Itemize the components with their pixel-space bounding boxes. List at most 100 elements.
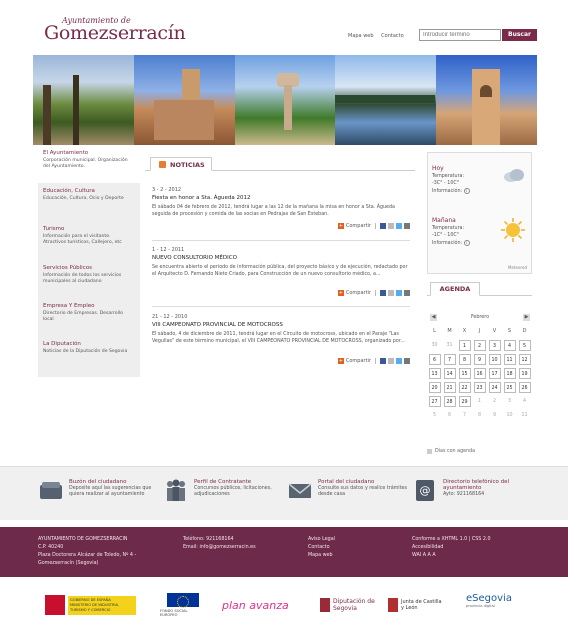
sidebar-item-educacion[interactable]: Educación, Cultura Educación, Cultura, O… (38, 185, 140, 221)
info-icon[interactable]: i (463, 188, 470, 194)
tab-agenda[interactable]: AGENDA (430, 282, 480, 296)
service-desc: Ayto: 921168164 (443, 492, 485, 497)
email-icon[interactable] (388, 223, 394, 229)
calendar-day: 3 (507, 399, 512, 404)
share-plus-icon[interactable]: + (337, 290, 344, 296)
sidebar-item-diputacion[interactable]: La Diputación Noticias de la Diputación … (38, 338, 140, 374)
news-title[interactable]: NUEVO CONSULTORIO MÉDICO (152, 255, 410, 261)
weather-tomorrow-temp: -1C° - 10C° (432, 233, 460, 238)
contact-link[interactable]: Contacto (308, 544, 335, 552)
site-logo[interactable]: Gomezserracín (44, 22, 186, 44)
plan-avanza-logo[interactable]: plan avanza (222, 593, 302, 617)
fondo-social-europeo-logo[interactable]: FONDO SOCIAL EUROPEO (160, 593, 205, 617)
diputacion-segovia-logo[interactable]: Diputación de Segovia (320, 593, 380, 617)
prev-month-button[interactable]: ◀ (430, 314, 437, 321)
phonebook-icon: @ (416, 480, 434, 501)
esegovia-logo[interactable]: eSegovia provincia digital (466, 593, 526, 617)
share-label[interactable]: Compartir (346, 223, 371, 229)
news-title[interactable]: Fiesta en honor a Sta. Águeda 2012 (152, 195, 410, 201)
facebook-icon[interactable] (380, 223, 386, 229)
share-label[interactable]: Compartir (346, 290, 371, 296)
accessibility-link[interactable]: Accesibilidad (412, 544, 491, 552)
calendar-day[interactable]: 15 (458, 368, 471, 379)
sidebar-item-servicios[interactable]: Servicios Públicos Información de todos … (38, 262, 140, 298)
share-plus-icon[interactable]: + (337, 223, 344, 229)
calendar-day[interactable]: 26 (518, 382, 531, 393)
calendar-day[interactable]: 12 (518, 354, 531, 365)
tab-label: NOTICIAS (170, 161, 205, 169)
calendar-day[interactable]: 2 (473, 340, 486, 351)
gobierno-espana-logo[interactable]: GOBIERNO DE ESPAÑA MINISTERIO DE INDUSTR… (45, 593, 140, 617)
contact-link[interactable]: Contacto (381, 33, 404, 39)
footer-email[interactable]: Email: info@gomezserracin.es (183, 544, 256, 552)
search-button[interactable]: Buscar (502, 29, 537, 41)
calendar-day[interactable]: 1 (458, 340, 471, 351)
facebook-icon[interactable] (380, 358, 386, 364)
calendar-day[interactable]: 7 (443, 354, 456, 365)
share-label[interactable]: Compartir (346, 358, 371, 364)
print-icon[interactable] (404, 223, 410, 229)
calendar-weekday: S (507, 328, 512, 334)
wai-link[interactable]: WAI A A A (412, 552, 491, 560)
sitemap-link[interactable]: Mapa web (348, 33, 374, 39)
calendar-day[interactable]: 9 (473, 354, 486, 365)
print-icon[interactable] (404, 358, 410, 364)
sidebar-item-ayuntamiento[interactable]: El Ayuntamiento Corporación municipal. O… (38, 147, 140, 183)
junta-castilla-leon-logo[interactable]: Junta de Castilla y León (388, 593, 448, 617)
calendar-day[interactable]: 28 (443, 396, 456, 407)
news-title[interactable]: VIII CAMPEONATO PROVINCIAL DE MOTOCROSS (152, 322, 410, 328)
calendar-day[interactable]: 13 (428, 368, 441, 379)
next-month-button[interactable]: ▶ (523, 314, 530, 321)
calendar-day: 31 (446, 343, 453, 348)
sidebar-item-empresa[interactable]: Empresa Y Empleo Directorio de Empresas.… (38, 300, 140, 336)
calendar-day: 9 (492, 413, 497, 418)
calendar-day[interactable]: 4 (503, 340, 516, 351)
email-icon[interactable] (388, 358, 394, 364)
calendar-day[interactable]: 20 (428, 382, 441, 393)
legal-link[interactable]: Aviso Legal (308, 536, 335, 544)
calendar-day[interactable]: 29 (458, 396, 471, 407)
calendar-day[interactable]: 8 (458, 354, 471, 365)
sidebar-item-turismo[interactable]: Turismo Información para el visitante. A… (38, 223, 140, 261)
service-desc: Deposite aquí las sugerencias que quiera… (69, 486, 152, 497)
standards-link[interactable]: Conforme a XHTML 1.0 | CSS 2.0 (412, 536, 491, 544)
calendar-day[interactable]: 22 (458, 382, 471, 393)
twitter-icon[interactable] (396, 290, 402, 296)
sidebar-item-label: Empresa Y Empleo (43, 303, 95, 309)
calendar-day[interactable]: 10 (488, 354, 501, 365)
calendar-day[interactable]: 27 (428, 396, 441, 407)
rss-icon[interactable] (159, 161, 166, 168)
calendar-day[interactable]: 3 (488, 340, 501, 351)
calendar-day[interactable]: 5 (518, 340, 531, 351)
calendar-day[interactable]: 19 (518, 368, 531, 379)
calendar-day[interactable]: 18 (503, 368, 516, 379)
print-icon[interactable] (404, 290, 410, 296)
calendar-day[interactable]: 24 (488, 382, 501, 393)
tab-noticias[interactable]: NOTICIAS (150, 157, 212, 171)
email-icon[interactable] (388, 290, 394, 296)
search-input[interactable] (419, 29, 501, 41)
calendar-day[interactable]: 23 (473, 382, 486, 393)
calendar-day[interactable]: 14 (443, 368, 456, 379)
twitter-icon[interactable] (396, 358, 402, 364)
calendar-day[interactable]: 11 (503, 354, 516, 365)
info-icon[interactable]: i (463, 240, 470, 246)
calendar-week-row: 27 28 29 1 2 3 4 (427, 395, 532, 409)
calendar-week-row: 20 21 22 23 24 25 26 (427, 381, 532, 395)
sidebar-nav: El Ayuntamiento Corporación municipal. O… (38, 147, 140, 377)
calendar-week-row: 5 6 7 8 9 10 11 (427, 409, 532, 423)
logo-subtext: MINISTERIO DE INDUSTRIA, TURISMO Y COMER… (70, 602, 120, 612)
calendar-day[interactable]: 21 (443, 382, 456, 393)
logo-text: eSegovia (466, 593, 512, 604)
twitter-icon[interactable] (396, 223, 402, 229)
weather-provider[interactable]: Meteored (508, 265, 527, 270)
calendar-day[interactable]: 6 (428, 354, 441, 365)
calendar-day[interactable]: 16 (473, 368, 486, 379)
footer-contact: Teléfono: 921168164 Email: info@gomezser… (183, 536, 256, 552)
sitemap-link[interactable]: Mapa web (308, 552, 335, 560)
facebook-icon[interactable] (380, 290, 386, 296)
calendar-day[interactable]: 17 (488, 368, 501, 379)
share-separator (375, 223, 376, 229)
calendar-day[interactable]: 25 (503, 382, 516, 393)
share-plus-icon[interactable]: + (337, 358, 344, 364)
